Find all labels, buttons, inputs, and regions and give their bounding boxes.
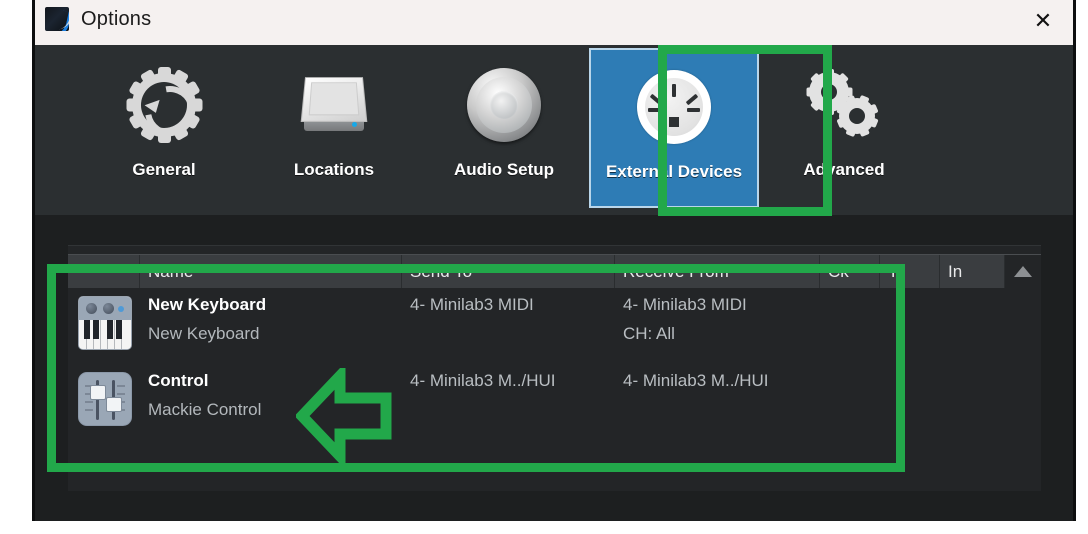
in-cell[interactable] bbox=[940, 364, 1005, 371]
receive-from-channel: CH: All bbox=[623, 324, 675, 343]
table-row[interactable]: New Keyboard New Keyboard 4- Minilab3 MI… bbox=[68, 288, 1041, 364]
column-header-name[interactable]: Name bbox=[140, 255, 402, 288]
column-header-tc[interactable]: Tc bbox=[880, 255, 940, 288]
send-to-cell[interactable]: 4- Minilab3 M../HUI bbox=[402, 364, 615, 391]
app-logo-icon bbox=[45, 7, 69, 31]
tab-external-devices[interactable]: External Devices bbox=[589, 48, 759, 208]
midi-din-icon bbox=[637, 64, 711, 150]
midi-keyboard-icon bbox=[78, 296, 132, 350]
options-content: Name Send To Receive From Ck Tc In New K… bbox=[35, 215, 1073, 521]
mixer-faders-icon bbox=[78, 372, 132, 426]
page-title: Options bbox=[81, 7, 152, 30]
scroll-up-arrow-icon bbox=[1014, 266, 1032, 277]
tab-label: Advanced bbox=[803, 160, 885, 179]
scrollbar-up-button[interactable] bbox=[1005, 255, 1041, 288]
device-type: New Keyboard bbox=[148, 324, 260, 343]
device-name: New Keyboard bbox=[148, 295, 267, 314]
device-table: Name Send To Receive From Ck Tc In New K… bbox=[68, 254, 1041, 440]
receive-from-cell[interactable]: 4- Minilab3 M../HUI bbox=[615, 364, 820, 391]
receive-from-port: 4- Minilab3 M../HUI bbox=[623, 371, 769, 390]
column-header-in[interactable]: In bbox=[940, 255, 1005, 288]
tab-audio-setup[interactable]: Audio Setup bbox=[419, 48, 589, 208]
tab-advanced[interactable]: Advanced bbox=[759, 48, 929, 208]
options-window: Options ✕ General Locations Audio Setup … bbox=[32, 0, 1076, 521]
tab-general[interactable]: General bbox=[79, 48, 249, 208]
tab-label: Locations bbox=[293, 160, 375, 179]
ck-cell[interactable] bbox=[820, 288, 880, 295]
close-icon[interactable]: ✕ bbox=[1021, 2, 1065, 42]
tab-locations[interactable]: Locations bbox=[249, 48, 419, 208]
column-header-ck[interactable]: Ck bbox=[820, 255, 880, 288]
receive-from-port: 4- Minilab3 MIDI bbox=[623, 295, 747, 314]
tab-label: General bbox=[132, 160, 196, 179]
tc-cell[interactable] bbox=[880, 288, 940, 295]
double-gear-icon bbox=[804, 62, 884, 148]
window-title-bar: Options ✕ bbox=[35, 0, 1073, 45]
ck-cell[interactable] bbox=[820, 364, 880, 371]
device-name-cell: Control Mackie Control bbox=[140, 364, 402, 420]
tab-label: External Devices bbox=[605, 162, 743, 181]
device-icon-cell bbox=[68, 288, 140, 350]
column-header-receive-from[interactable]: Receive From bbox=[615, 255, 820, 288]
device-type: Mackie Control bbox=[148, 400, 262, 419]
title-bar-left: Options bbox=[45, 7, 151, 31]
table-header-row: Name Send To Receive From Ck Tc In bbox=[68, 254, 1041, 288]
options-toolbar: General Locations Audio Setup External D… bbox=[35, 45, 1073, 215]
device-name: Control bbox=[148, 371, 209, 390]
device-icon-cell bbox=[68, 364, 140, 426]
in-cell[interactable] bbox=[940, 288, 1005, 295]
tc-cell[interactable] bbox=[880, 364, 940, 371]
send-to-cell[interactable]: 4- Minilab3 MIDI bbox=[402, 288, 615, 315]
hard-drive-icon bbox=[299, 62, 369, 148]
column-header-send-to[interactable]: Send To bbox=[402, 255, 615, 288]
audio-knob-icon bbox=[467, 62, 541, 148]
table-row[interactable]: Control Mackie Control 4- Minilab3 M../H… bbox=[68, 364, 1041, 440]
screenshot-root: Options ✕ General Locations Audio Setup … bbox=[0, 0, 1088, 534]
device-name-cell: New Keyboard New Keyboard bbox=[140, 288, 402, 344]
tab-label: Audio Setup bbox=[453, 160, 555, 179]
external-devices-panel: Name Send To Receive From Ck Tc In New K… bbox=[68, 245, 1041, 491]
gear-refresh-icon bbox=[126, 62, 205, 148]
column-header-icon[interactable] bbox=[68, 255, 140, 288]
receive-from-cell[interactable]: 4- Minilab3 MIDI CH: All bbox=[615, 288, 820, 344]
